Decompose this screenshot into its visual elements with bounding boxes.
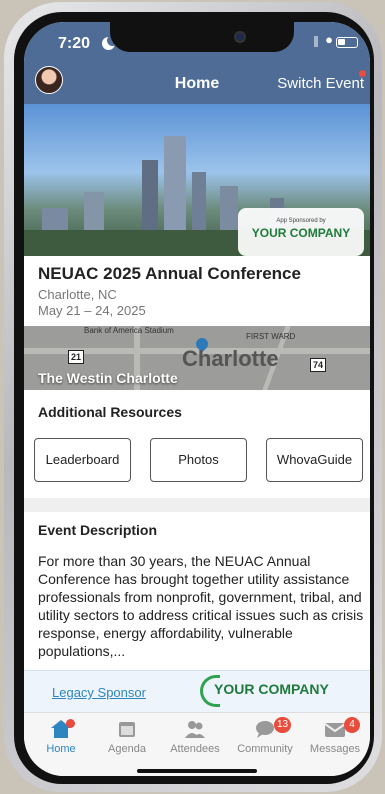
map-district-label: FIRST WARD (246, 332, 296, 341)
tab-attendees[interactable]: Attendees (160, 719, 230, 755)
map-poi-label: Bank of America Stadium (84, 326, 174, 335)
home-indicator (137, 769, 257, 773)
resources-title: Additional Resources (38, 404, 182, 420)
sponsor-caption: App Sponsored by (276, 218, 326, 224)
leaderboard-button[interactable]: Leaderboard (34, 438, 131, 482)
tab-label: Home (46, 743, 76, 755)
status-bar: 7:20 ● (24, 22, 370, 60)
switch-event-button[interactable]: Switch Event (277, 75, 364, 92)
app-sponsor-card[interactable]: App Sponsored by YOUR COMPANY (238, 208, 364, 256)
event-location: Charlotte, NC (38, 287, 117, 302)
venue-name: The Westin Charlotte (38, 370, 178, 386)
event-info: NEUAC 2025 Annual Conference Charlotte, … (38, 264, 358, 318)
whova-guide-button[interactable]: WhovaGuide (266, 438, 363, 482)
camera-notch (110, 22, 294, 52)
messages-badge: 4 (344, 717, 360, 733)
wifi-icon: ● (325, 32, 333, 47)
sponsor-company[interactable]: YOUR COMPANY (214, 681, 329, 697)
tab-label: Attendees (170, 743, 220, 755)
notification-dot (66, 719, 75, 728)
legacy-sponsor-link[interactable]: Legacy Sponsor (52, 685, 146, 700)
description-title: Event Description (38, 522, 158, 538)
tab-bar: Home Agenda Attendees 13 Community 4 Mes… (24, 712, 370, 776)
section-divider (24, 498, 370, 512)
people-icon (185, 721, 205, 738)
chat-icon (256, 721, 274, 738)
photos-button[interactable]: Photos (150, 438, 247, 482)
notification-dot (359, 70, 366, 77)
tab-community[interactable]: 13 Community (230, 717, 300, 755)
app-header: Home Switch Event (24, 60, 370, 104)
route-shield: 74 (310, 358, 327, 372)
venue-map[interactable]: Bank of America Stadium FIRST WARD 21 74… (24, 326, 370, 390)
status-time: 7:20 (58, 35, 91, 52)
sponsor-name: YOUR COMPANY (251, 226, 351, 240)
route-shield: 21 (68, 350, 85, 364)
event-description[interactable]: For more than 30 years, the NEUAC Annual… (38, 552, 364, 660)
community-badge: 13 (274, 717, 292, 733)
event-title: NEUAC 2025 Annual Conference (38, 264, 301, 283)
envelope-icon (324, 723, 346, 737)
signal-icon (314, 36, 318, 47)
calendar-icon (119, 722, 135, 737)
tab-agenda[interactable]: Agenda (92, 719, 162, 755)
tab-label: Agenda (108, 743, 146, 755)
tab-messages[interactable]: 4 Messages (300, 717, 370, 755)
event-dates: May 21 – 24, 2025 (38, 303, 146, 318)
battery-icon (336, 37, 358, 48)
event-banner: App Sponsored by YOUR COMPANY (24, 104, 370, 256)
app-screen: 7:20 ● Home Switch Event App Sponsored b… (24, 22, 370, 776)
camera-icon (234, 31, 246, 43)
map-city-label: Charlotte (182, 346, 279, 371)
tab-home[interactable]: Home (26, 719, 96, 755)
tab-label: Messages (309, 743, 361, 755)
sponsor-bar: Legacy Sponsor YOUR COMPANY (24, 670, 370, 712)
tab-label: Community (237, 743, 293, 755)
